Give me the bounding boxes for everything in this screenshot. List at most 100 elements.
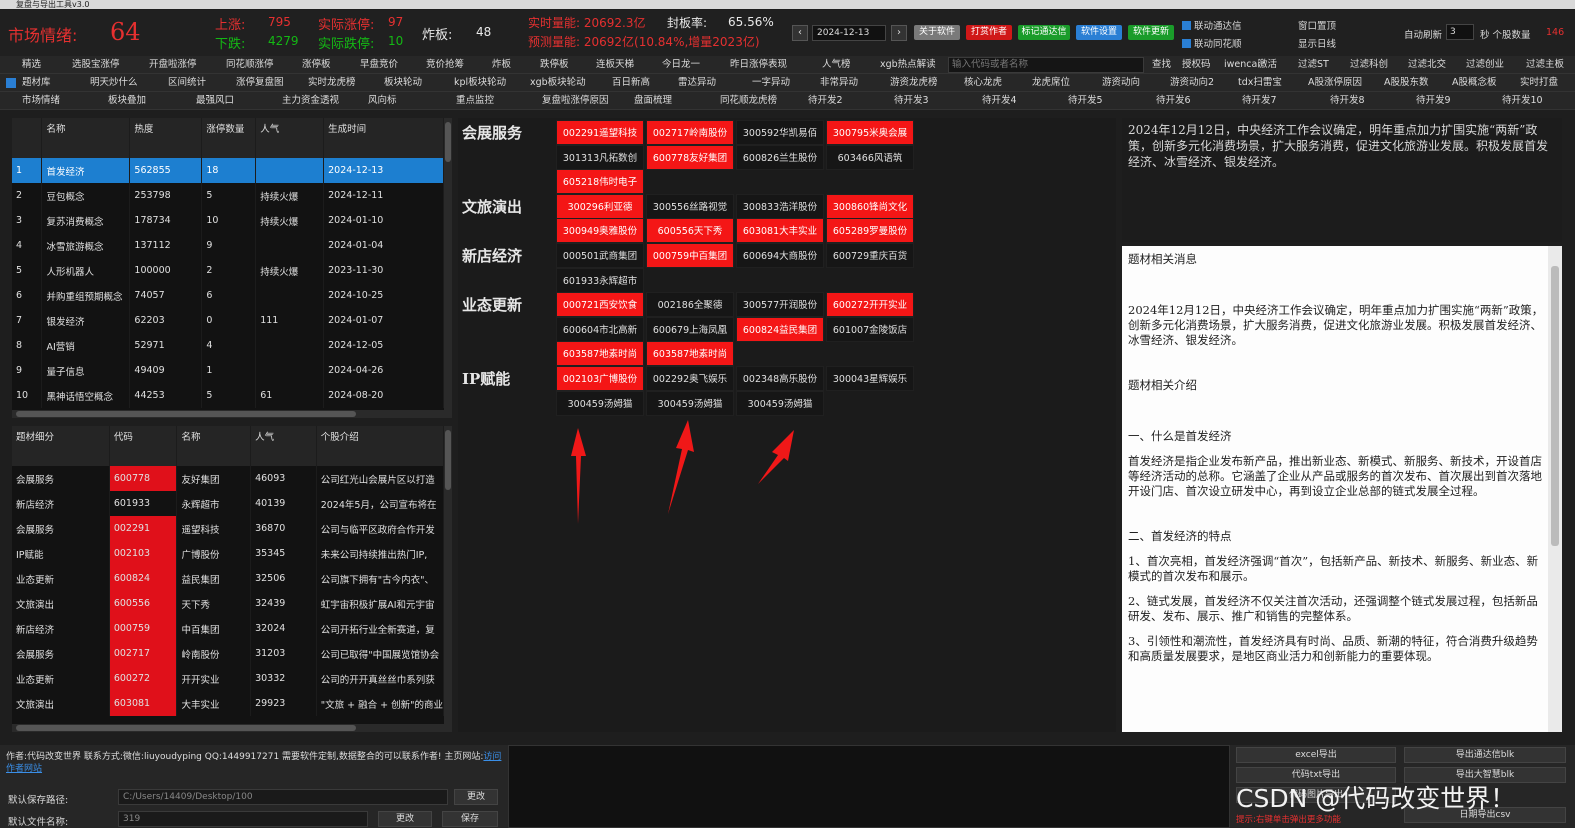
nav-item[interactable]: A股股东数 (1384, 74, 1429, 91)
date-input[interactable]: 2024-12-13 (812, 25, 886, 41)
table-row[interactable]: 3 复苏消费概念 178734 10 持续火爆 2024-01-10 (12, 208, 444, 233)
stock-chip[interactable]: 002717岭南股份 (646, 120, 734, 145)
table-row[interactable]: 文旅演出 603081 大丰实业 29923 "文旅 + 融合 + 创新"的商业 (12, 691, 445, 716)
nav-item[interactable]: 待开发8 (1330, 92, 1365, 109)
stock-chip[interactable]: 002103广博股份 (556, 366, 644, 391)
nav-item[interactable]: 精选 (22, 56, 41, 73)
table-row[interactable]: 8 AI营销 52971 4 2024-12-05 (12, 333, 444, 358)
column-header[interactable]: 题材细分 (12, 426, 110, 466)
link-ths-checkbox[interactable]: 联动同花顺 (1182, 36, 1242, 50)
nav-item[interactable]: 盘面梳理 (634, 92, 672, 109)
stock-chip[interactable]: 603081大丰实业 (736, 218, 824, 244)
stock-chip[interactable]: 600826兰生股份 (736, 144, 824, 170)
link-tdx-checkbox[interactable]: 联动通达信 (1182, 18, 1242, 32)
category-label[interactable]: IP赋能 (458, 368, 548, 389)
nav-item[interactable]: 百日新高 (612, 74, 650, 91)
nav-item[interactable]: 连板天梯 (596, 56, 634, 73)
horizontal-scrollbar[interactable] (12, 410, 444, 418)
table-row[interactable]: 业态更新 600272 开开实业 30332 公司的开开真丝丝巾系列获 (12, 666, 445, 691)
nav-item[interactable]: 人气榜 (822, 56, 851, 73)
stock-chip[interactable]: 002292奥飞娱乐 (646, 366, 734, 391)
stock-chip[interactable]: 002291遥望科技 (556, 120, 644, 145)
activate-button[interactable]: 激活 (1258, 56, 1277, 73)
nav-item[interactable]: 同花顺涨停 (226, 56, 274, 73)
nav-item[interactable]: 市场情绪 (22, 92, 60, 109)
column-header[interactable]: 人气 (250, 426, 317, 466)
stock-chip[interactable]: 002348高乐股份 (736, 366, 824, 391)
nav-item[interactable]: kpl板块轮动 (454, 74, 506, 91)
excel-export-button[interactable]: excel导出 (1236, 747, 1396, 763)
table-row[interactable]: 新店经济 601933 永辉超市 40139 2024年5月，公司宣布将在 (12, 491, 445, 516)
table-row[interactable]: 文旅演出 600556 天下秀 32439 虹宇宙积极扩展AI和元宇宙 (12, 591, 445, 616)
nav-item[interactable]: 游资动向 (1102, 74, 1140, 91)
settings-button[interactable]: 软件设置 (1076, 25, 1122, 40)
nav-item[interactable]: 待开发10 (1502, 92, 1543, 109)
filter-zb[interactable]: 过滤主板 (1526, 56, 1564, 73)
checkbox-icon[interactable] (6, 78, 16, 88)
stock-chip[interactable]: 300296利亚德 (556, 193, 644, 219)
stock-chip[interactable]: 300459汤姆猫 (646, 390, 734, 416)
iwencai-button[interactable]: iwencai (1224, 56, 1260, 73)
table-row[interactable]: 6 并购重组预期概念 74057 6 2024-10-25 (12, 283, 444, 308)
nav-item[interactable]: 昨日涨停表现 (730, 56, 787, 73)
stock-chip[interactable]: 600556天下秀 (646, 218, 734, 244)
table-row[interactable]: 9 量子信息 49409 1 2024-04-26 (12, 358, 444, 383)
nav-item[interactable]: A股概念板 (1452, 74, 1497, 91)
nav-item[interactable]: 竞价抢筹 (426, 56, 464, 73)
prev-date-button[interactable]: ‹ (792, 25, 808, 41)
nav-item[interactable]: 待开发2 (808, 92, 843, 109)
column-header[interactable] (12, 118, 43, 158)
table-row[interactable]: 5 人形机器人 100000 2 持续火爆 2023-11-30 (12, 258, 444, 283)
table-row[interactable]: IP赋能 002103 广博股份 35345 未来公司持续推出热门IP, (12, 541, 445, 566)
nav-item[interactable]: 明天炒什么 (90, 74, 138, 91)
stock-chip[interactable]: 000721西安饮食 (556, 292, 644, 318)
category-label[interactable]: 新店经济 (458, 245, 548, 266)
search-input[interactable]: 输入代码或者名称 (948, 57, 1144, 73)
reward-button[interactable]: 打赏作者 (966, 25, 1012, 40)
stock-chip[interactable]: 300577开润股份 (736, 292, 824, 318)
nav-item[interactable]: 复盘啦涨停原因 (542, 92, 609, 109)
stock-chip[interactable]: 300556丝路视觉 (646, 193, 734, 219)
change-file-button[interactable]: 更改 (378, 811, 432, 827)
nav-item[interactable]: tdx扫雷宝 (1238, 74, 1282, 91)
stock-chip[interactable]: 300833浩洋股份 (736, 193, 824, 219)
table-row[interactable]: 会展服务 002291 遥望科技 36870 公司与临平区政府合作开发 (12, 516, 445, 541)
horizontal-scrollbar[interactable] (12, 724, 444, 732)
stock-chip[interactable]: 600824益民集团 (736, 316, 824, 342)
stock-chip[interactable]: 600679上海凤凰 (646, 316, 734, 342)
stock-chip[interactable]: 300795米奥会展 (826, 120, 914, 145)
table-row[interactable]: 2 豆包概念 253798 5 持续火爆 2024-12-11 (12, 183, 444, 208)
refresh-input[interactable]: 3 (1446, 24, 1474, 40)
table-row[interactable]: 业态更新 600824 益民集团 32506 公司旗下拥有"古今内衣"、 (12, 566, 445, 591)
stock-chip[interactable]: 603466风语筑 (826, 144, 914, 170)
nav-item[interactable]: 游资动向2 (1170, 74, 1214, 91)
table-row[interactable]: 10 黑神话悟空概念 44253 5 61 2024-08-20 (12, 383, 444, 408)
stock-chip[interactable]: 300949奥雅股份 (556, 218, 644, 244)
nav-item[interactable]: xgb热点解读 (880, 56, 936, 73)
vertical-scrollbar[interactable] (444, 118, 452, 418)
nav-item[interactable]: 开盘啦涨停 (149, 56, 197, 73)
tdx-export-button[interactable]: 导出通达信blk (1404, 747, 1566, 763)
save-path-input[interactable]: C:/Users/14409/Desktop/100 (118, 789, 448, 805)
stock-count[interactable]: 146 (1546, 27, 1564, 38)
nav-item[interactable]: 待开发9 (1416, 92, 1451, 109)
vertical-scrollbar[interactable] (1548, 246, 1562, 732)
filter-bj[interactable]: 过滤北交 (1408, 56, 1446, 73)
nav-item[interactable]: 区间统计 (168, 74, 206, 91)
about-button[interactable]: 关于软件 (914, 25, 960, 40)
stock-chip[interactable]: 603587地素时尚 (556, 341, 644, 367)
column-header[interactable]: 名称 (41, 118, 131, 158)
stock-chip[interactable]: 600729重庆百货 (826, 243, 914, 268)
nav-item[interactable]: 早盘竞价 (360, 56, 398, 73)
vertical-scrollbar[interactable] (444, 426, 452, 732)
stock-chip[interactable]: 000759中百集团 (646, 243, 734, 268)
stock-chip[interactable]: 300592华凯易佰 (736, 120, 824, 145)
column-header[interactable]: 人气 (255, 118, 325, 158)
nav-item[interactable]: 实时龙虎榜 (308, 74, 356, 91)
stock-chip[interactable]: 300043星辉娱乐 (826, 366, 914, 391)
stock-chip[interactable]: 601007金陵饭店 (826, 316, 914, 342)
stock-chip[interactable]: 301313凡拓数创 (556, 144, 644, 170)
nav-item[interactable]: 待开发3 (894, 92, 929, 109)
nav-item[interactable]: 待开发4 (982, 92, 1017, 109)
category-label[interactable]: 文旅演出 (458, 196, 548, 217)
